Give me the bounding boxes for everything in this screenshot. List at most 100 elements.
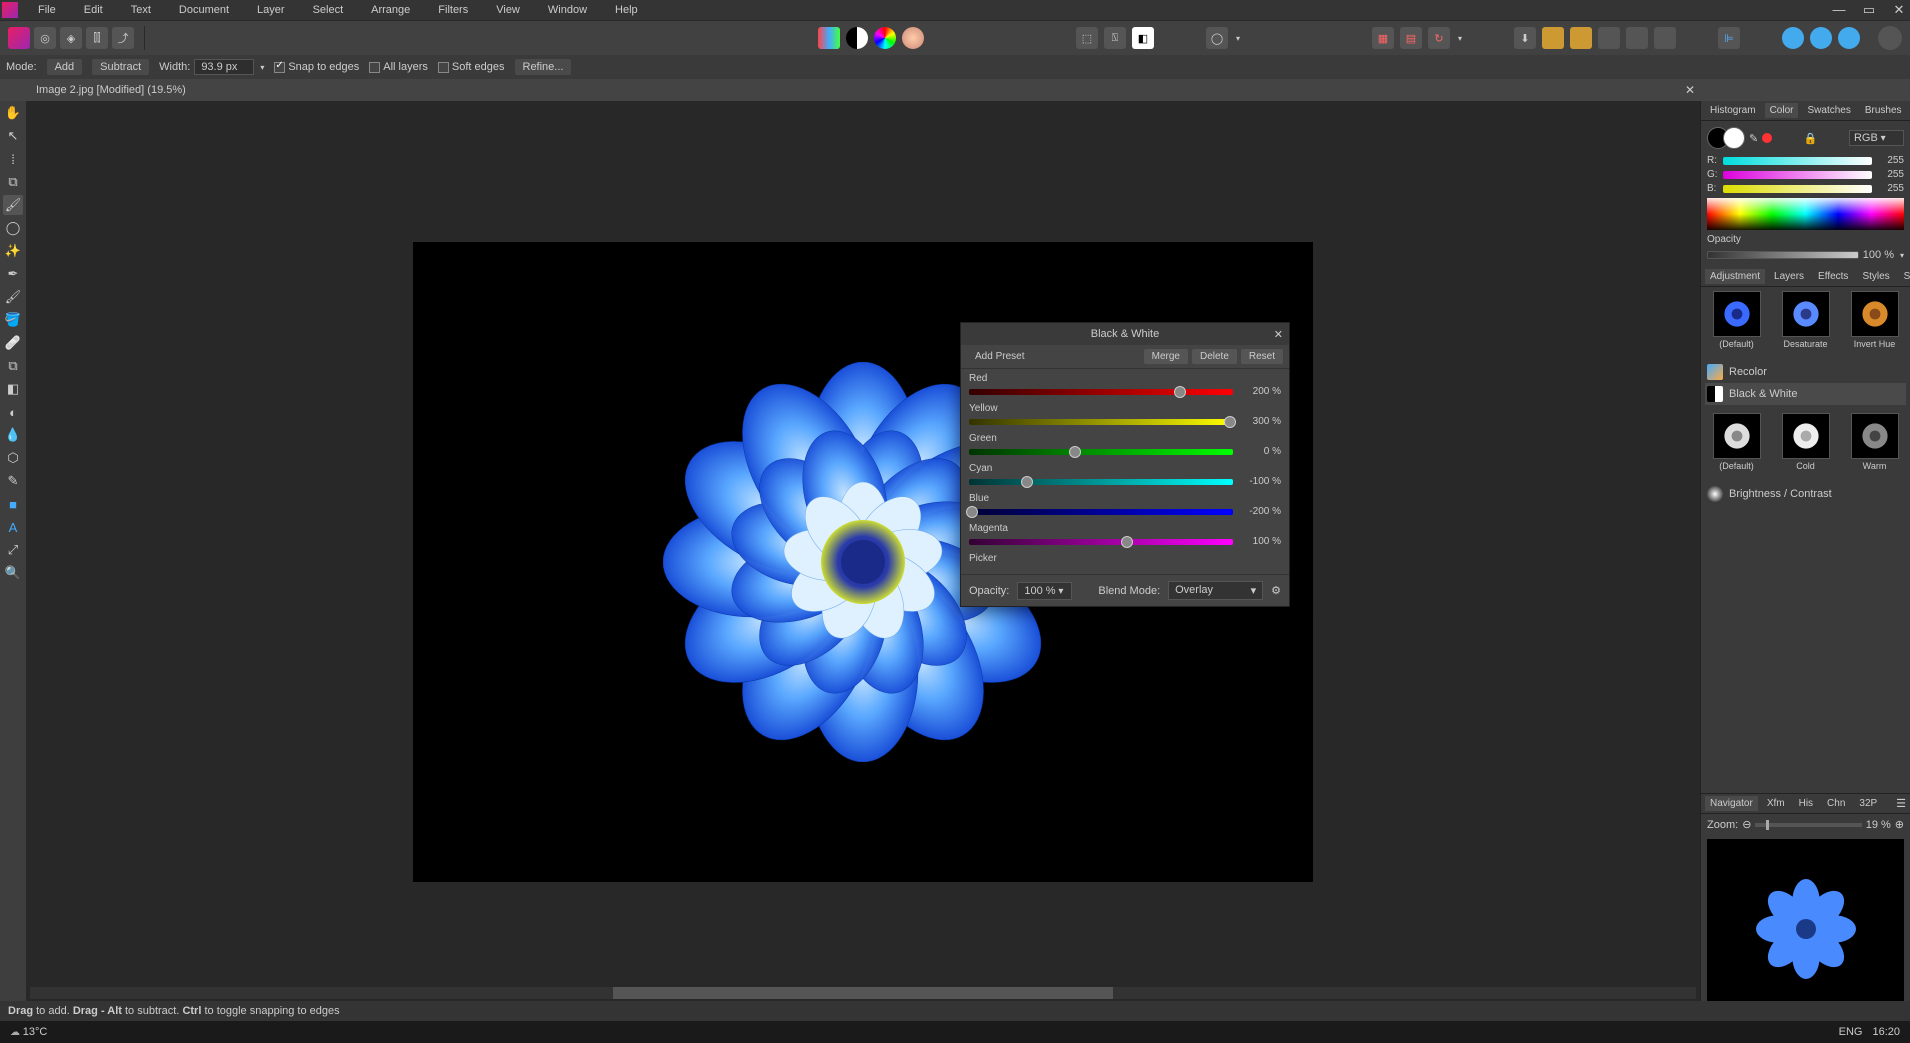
black-white-dialog[interactable]: Black & White ✕ Add Preset Merge Delete …	[960, 322, 1290, 607]
menu-edit[interactable]: Edit	[70, 2, 117, 18]
boolean-add-icon[interactable]	[1782, 27, 1804, 49]
preset-desaturate[interactable]: Desaturate	[1774, 291, 1837, 349]
arrange-icon[interactable]	[1654, 27, 1676, 49]
tab-his[interactable]: His	[1794, 796, 1818, 811]
merge-button[interactable]: Merge	[1144, 349, 1188, 364]
develop-persona-icon[interactable]: ◈	[60, 27, 82, 49]
red-value[interactable]: 200 %	[1239, 386, 1281, 397]
tab-swatches[interactable]: Swatches	[1802, 103, 1855, 118]
opacity-value[interactable]: 100 %	[1863, 249, 1894, 261]
blue-value[interactable]: -200 %	[1239, 506, 1281, 517]
green-slider[interactable]	[969, 449, 1233, 455]
preset-default[interactable]: (Default)	[1705, 291, 1768, 349]
tab-brushes[interactable]: Brushes	[1860, 103, 1907, 118]
close-icon[interactable]: ✕	[1892, 2, 1906, 18]
guides-icon[interactable]: ▤	[1400, 27, 1422, 49]
r-value[interactable]: 255	[1876, 155, 1904, 166]
shape-tool-icon[interactable]: ■	[3, 494, 23, 514]
delete-button[interactable]: Delete	[1192, 349, 1237, 364]
taskbar[interactable]: ☁ 13°C ENG 16:20	[0, 1021, 1910, 1043]
dialog-opacity-input[interactable]: 100 % ▾	[1017, 582, 1072, 600]
adj-recolor[interactable]: Recolor	[1705, 361, 1906, 383]
menu-document[interactable]: Document	[165, 2, 243, 18]
menu-layer[interactable]: Layer	[243, 2, 299, 18]
crop-rotate-icon[interactable]: ↻	[1428, 27, 1450, 49]
menu-view[interactable]: View	[482, 2, 534, 18]
color-wheel-icon[interactable]	[874, 27, 896, 49]
grid-icon[interactable]: ▦	[1372, 27, 1394, 49]
selection-icon[interactable]: ⬚	[1076, 27, 1098, 49]
yellow-value[interactable]: 300 %	[1239, 416, 1281, 427]
navigator-preview[interactable]	[1707, 839, 1904, 1019]
scrollbar-thumb[interactable]	[613, 987, 1113, 999]
adj-brightness-contrast[interactable]: Brightness / Contrast	[1705, 483, 1906, 505]
dialog-titlebar[interactable]: Black & White ✕	[961, 323, 1289, 345]
export-persona-icon[interactable]: ⤴	[112, 27, 134, 49]
b-slider[interactable]	[1723, 185, 1872, 193]
color-picker-tool-icon[interactable]: ⁞	[3, 149, 23, 169]
tab-stock[interactable]: Stock	[1899, 269, 1910, 284]
arrange-back-icon[interactable]	[1542, 27, 1564, 49]
preset-bw-warm[interactable]: Warm	[1843, 413, 1906, 471]
tab-xfm[interactable]: Xfm	[1762, 796, 1790, 811]
fill-tool-icon[interactable]: 🪣	[3, 310, 23, 330]
width-input[interactable]: 93.9 px	[194, 59, 254, 75]
align-icon[interactable]: ⊫	[1718, 27, 1740, 49]
tab-effects[interactable]: Effects	[1813, 269, 1853, 284]
magenta-value[interactable]: 100 %	[1239, 536, 1281, 547]
canvas-area[interactable]	[26, 101, 1700, 1023]
yellow-slider[interactable]	[969, 419, 1233, 425]
zoom-in-icon[interactable]: ⊕	[1895, 818, 1904, 831]
tab-color[interactable]: Color	[1765, 103, 1799, 118]
menu-help[interactable]: Help	[601, 2, 652, 18]
cyan-slider[interactable]	[969, 479, 1233, 485]
clone-tool-icon[interactable]: ⧉	[3, 356, 23, 376]
brush-tool-icon[interactable]: 🖌	[3, 287, 23, 307]
snap-checkbox[interactable]: Snap to edges	[274, 61, 359, 73]
arrange-front-icon[interactable]	[1570, 27, 1592, 49]
tab-styles[interactable]: Styles	[1857, 269, 1894, 284]
menu-filters[interactable]: Filters	[424, 2, 482, 18]
dropdown-arrow-icon[interactable]: ▾	[1900, 251, 1904, 260]
blur-tool-icon[interactable]: 💧	[3, 425, 23, 445]
weather-widget[interactable]: ☁ 13°C	[10, 1026, 47, 1038]
zoom-slider[interactable]	[1755, 823, 1861, 827]
account-icon[interactable]	[1878, 26, 1902, 50]
menu-file[interactable]: File	[24, 2, 70, 18]
healing-tool-icon[interactable]: 🩹	[3, 333, 23, 353]
document-tab[interactable]: Image 2.jpg [Modified] (19.5%)	[26, 82, 196, 98]
r-slider[interactable]	[1723, 157, 1872, 165]
soft-proof-icon[interactable]	[902, 27, 924, 49]
tab-navigator[interactable]: Navigator	[1705, 796, 1758, 811]
tab-close-icon[interactable]: ✕	[1685, 83, 1695, 97]
dropdown-arrow-icon[interactable]: ▾	[260, 63, 264, 72]
recent-color-icon[interactable]	[1762, 133, 1772, 143]
dropdown-arrow-icon[interactable]: ▾	[1236, 34, 1240, 43]
adj-black-white[interactable]: Black & White	[1705, 383, 1906, 405]
selection-brush-tool-icon[interactable]: 🖌	[3, 195, 23, 215]
preset-bw-default[interactable]: (Default)	[1705, 413, 1768, 471]
photo-persona-icon[interactable]	[8, 27, 30, 49]
no-selection-icon[interactable]: ⍂	[1104, 27, 1126, 49]
arrange-icon[interactable]	[1598, 27, 1620, 49]
tray-lang[interactable]: ENG	[1839, 1026, 1863, 1038]
eyedropper-icon[interactable]: ✎	[1749, 132, 1758, 145]
liquify-persona-icon[interactable]: ◎	[34, 27, 56, 49]
flood-select-tool-icon[interactable]: ✨	[3, 241, 23, 261]
magenta-slider[interactable]	[969, 539, 1233, 545]
boolean-intersect-icon[interactable]	[1838, 27, 1860, 49]
tray-time[interactable]: 16:20	[1872, 1026, 1900, 1038]
soft-edges-checkbox[interactable]: Soft edges	[438, 61, 505, 73]
blend-mode-select[interactable]: Overlay ▾	[1168, 581, 1263, 600]
tab-32p[interactable]: 32P	[1854, 796, 1882, 811]
b-value[interactable]: 255	[1876, 183, 1904, 194]
dodge-tool-icon[interactable]: ◐	[3, 402, 23, 422]
menu-text[interactable]: Text	[117, 2, 165, 18]
contrast-icon[interactable]	[846, 27, 868, 49]
gradient-icon[interactable]	[818, 27, 840, 49]
mode-add-button[interactable]: Add	[47, 59, 83, 75]
lock-icon[interactable]: 🔒	[1804, 132, 1818, 145]
mesh-tool-icon[interactable]: ⬡	[3, 448, 23, 468]
red-slider[interactable]	[969, 389, 1233, 395]
add-preset-button[interactable]: Add Preset	[967, 349, 1032, 364]
